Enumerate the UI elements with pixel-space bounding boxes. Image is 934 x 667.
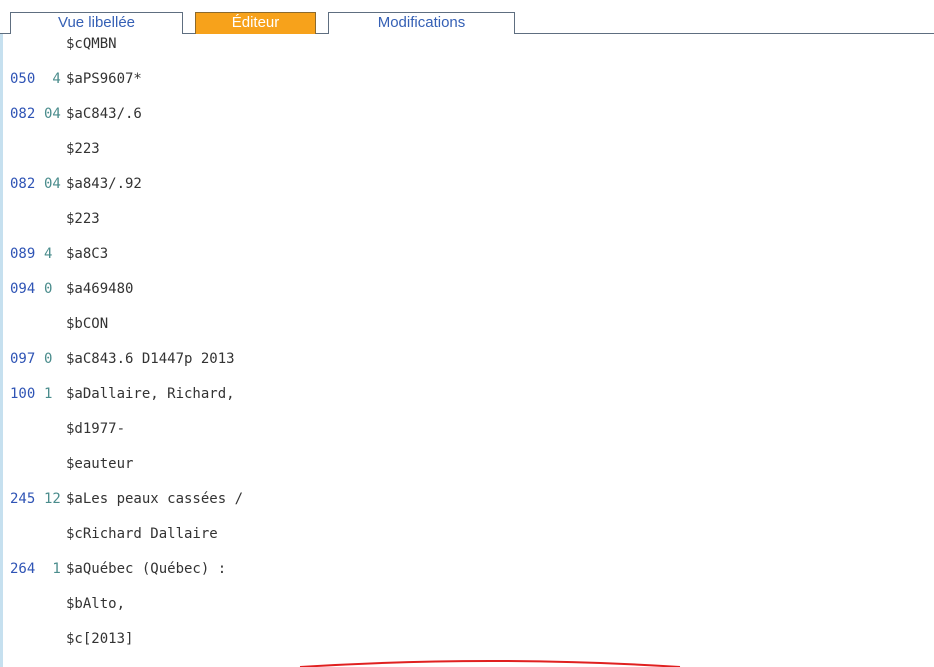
marc-tag[interactable]: 245 (10, 489, 40, 509)
marc-subfield[interactable]: $aC843/.6 (66, 104, 142, 124)
marc-subfield[interactable]: $223 (66, 209, 100, 229)
marc-tag[interactable]: 100 (10, 384, 40, 404)
marc-row[interactable]: $223 (10, 139, 910, 159)
marc-indicator[interactable]: 4 (44, 69, 66, 89)
marc-tag[interactable]: 082 (10, 174, 40, 194)
marc-subfield[interactable]: $aDallaire, Richard, (66, 384, 235, 404)
marc-indicator[interactable]: 0 (44, 279, 66, 299)
marc-subfield[interactable]: $cRichard Dallaire (66, 524, 218, 544)
marc-row[interactable]: 245 12 $aLes peaux cassées / (10, 489, 910, 509)
marc-tag[interactable]: 264 (10, 559, 40, 579)
marc-subfield[interactable]: $a8C3 (66, 244, 108, 264)
marc-row[interactable]: $223 (10, 209, 910, 229)
marc-subfield[interactable]: $aLes peaux cassées / (66, 489, 243, 509)
marc-row[interactable]: 082 04 $aC843/.6 (10, 104, 910, 124)
marc-indicator[interactable]: 1 (44, 384, 66, 404)
marc-row[interactable]: 094 0 $a469480 (10, 279, 910, 299)
marc-tag[interactable]: 097 (10, 349, 40, 369)
marc-tag[interactable]: 094 (10, 279, 40, 299)
marc-subfield[interactable]: $aQuébec (Québec) : (66, 559, 226, 579)
marc-row[interactable]: $d1977- (10, 419, 910, 439)
marc-indicator[interactable]: 1 (44, 559, 66, 579)
tab-vue-libellee[interactable]: Vue libellée (10, 12, 183, 34)
marc-indicator[interactable]: 0 (44, 349, 66, 369)
marc-subfield[interactable]: $aC843.6 D1447p 2013 (66, 349, 235, 369)
marc-subfield[interactable]: $bAlto, (66, 594, 125, 614)
marc-row[interactable]: $bCON (10, 314, 910, 334)
marc-row[interactable]: $eauteur (10, 454, 910, 474)
marc-indicator[interactable]: 04 (44, 104, 66, 124)
marc-indicator[interactable]: 4 (44, 244, 66, 264)
marc-tag[interactable]: 050 (10, 69, 40, 89)
marc-subfield[interactable]: $a843/.92 (66, 174, 142, 194)
marc-row[interactable]: 264 1 $aQuébec (Québec) : (10, 559, 910, 579)
marc-subfield[interactable]: $eauteur (66, 454, 133, 474)
marc-subfield[interactable]: $a469480 (66, 279, 133, 299)
marc-subfield[interactable]: $aPS9607* (66, 69, 142, 89)
marc-editor[interactable]: $cQMBN 050 4 $aPS9607* 082 04 $aC843/.6 $223 08… (10, 34, 920, 667)
marc-indicator[interactable]: 04 (44, 174, 66, 194)
marc-row[interactable]: 100 1 $aDallaire, Richard, (10, 384, 910, 404)
marc-subfield[interactable]: $223 (66, 139, 100, 159)
marc-subfield[interactable]: $d1977- (66, 419, 125, 439)
left-border (0, 34, 3, 667)
marc-row[interactable]: $cRichard Dallaire (10, 524, 910, 544)
marc-row[interactable]: $cQMBN (10, 34, 910, 54)
marc-row[interactable]: 097 0 $aC843.6 D1447p 2013 (10, 349, 910, 369)
marc-row[interactable]: $bAlto, (10, 594, 910, 614)
marc-subfield[interactable]: $cQMBN (66, 34, 117, 54)
marc-subfield[interactable]: $bCON (66, 314, 108, 334)
marc-row[interactable]: 082 04 $a843/.92 (10, 174, 910, 194)
marc-row[interactable]: 089 4 $a8C3 (10, 244, 910, 264)
tab-bar: Vue libellée Éditeur Modifications (0, 0, 934, 34)
marc-tag[interactable]: 082 (10, 104, 40, 124)
marc-indicator[interactable]: 12 (44, 489, 66, 509)
tab-editeur[interactable]: Éditeur (195, 12, 316, 34)
scrollbar[interactable] (924, 34, 934, 667)
tab-modifications[interactable]: Modifications (328, 12, 515, 34)
marc-subfield[interactable]: $c[2013] (66, 629, 133, 649)
marc-row[interactable]: $c[2013] (10, 629, 910, 649)
marc-tag[interactable]: 089 (10, 244, 40, 264)
marc-row[interactable]: 050 4 $aPS9607* (10, 69, 910, 89)
